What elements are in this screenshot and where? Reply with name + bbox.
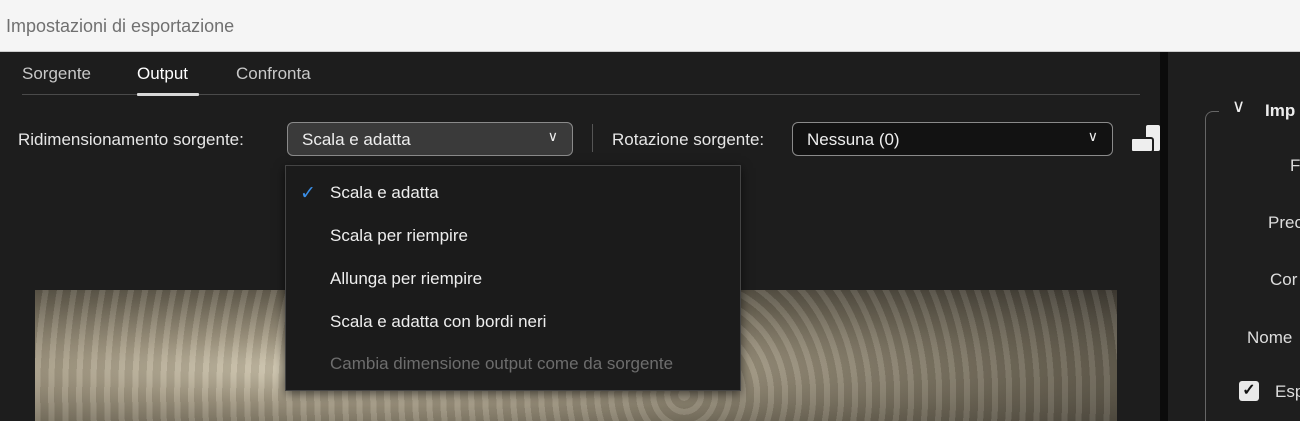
section-bracket (1205, 111, 1219, 421)
chevron-down-icon: ∨ (1087, 128, 1098, 144)
chevron-down-icon[interactable]: ∨ (1232, 96, 1245, 117)
section-title[interactable]: Imp (1265, 101, 1295, 121)
tab-output[interactable]: Output (137, 64, 188, 84)
scaling-dropdown[interactable]: Scala e adatta ∨ (287, 122, 573, 156)
tab-confronta[interactable]: Confronta (236, 64, 311, 84)
chevron-down-icon: ∨ (547, 128, 558, 144)
aspect-icon[interactable] (1130, 125, 1160, 155)
menu-item-cambia-dimensione: Cambia dimensione output come da sorgent… (330, 354, 674, 373)
row-label: Nome (1247, 328, 1293, 347)
scaling-value: Scala e adatta (302, 130, 411, 149)
window-title: Impostazioni di esportazione (6, 16, 235, 36)
row-label: Cor (1270, 270, 1298, 289)
rotation-label: Rotazione sorgente: (612, 130, 765, 149)
menu-item-scala-per-riempire[interactable]: Scala per riempire (330, 226, 468, 246)
checkmark-icon: ✓ (300, 183, 316, 204)
row-label: Prec (1268, 213, 1300, 232)
menu-item-bordi-neri[interactable]: Scala e adatta con bordi neri (330, 312, 546, 332)
active-tab-indicator (137, 93, 199, 96)
row-label: F (1290, 156, 1300, 175)
menu-item-allunga-per-riempire[interactable]: Allunga per riempire (330, 269, 482, 289)
rotation-dropdown[interactable]: Nessuna (0) ∨ (792, 122, 1113, 156)
panel-divider[interactable] (1160, 52, 1168, 421)
title-bar: Impostazioni di esportazione (0, 0, 1300, 52)
menu-item-scala-e-adatta[interactable]: Scala e adatta (330, 183, 439, 203)
separator (592, 124, 593, 152)
checkbox-label: Esp (1275, 382, 1300, 401)
tab-sorgente[interactable]: Sorgente (22, 64, 91, 84)
rotation-value: Nessuna (0) (807, 130, 900, 149)
scaling-menu: ✓ Scala e adatta Scala per riempire Allu… (285, 165, 741, 391)
scaling-label: Ridimensionamento sorgente: (18, 130, 244, 149)
export-checkbox[interactable]: ✓ (1239, 381, 1259, 401)
